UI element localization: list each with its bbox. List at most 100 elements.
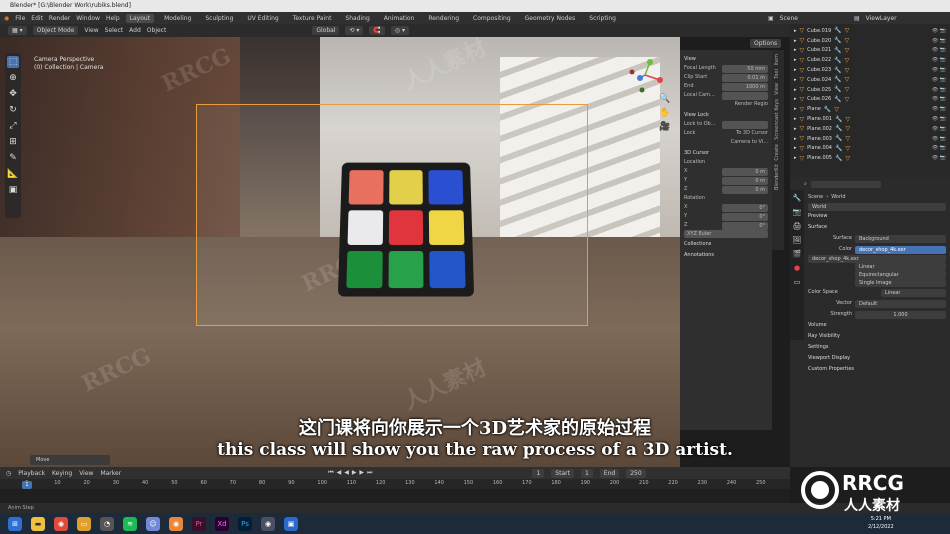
surface-section[interactable]: Surface bbox=[808, 222, 946, 233]
expand-arrow-icon[interactable]: ▸ bbox=[794, 96, 797, 102]
outliner-row[interactable]: ▸ ▽ Cube.020 🔧 ▽ 👁 📷 bbox=[794, 36, 946, 46]
preview-section[interactable]: Preview bbox=[808, 211, 946, 222]
visibility-icon[interactable]: 👁 📷 bbox=[932, 47, 946, 53]
scene-tab-icon[interactable]: 🎬 bbox=[793, 250, 802, 258]
world-tab-icon[interactable]: ● bbox=[794, 264, 800, 272]
outliner-row[interactable]: ▸ ▽ Cube.021 🔧 ▽ 👁 📷 bbox=[794, 46, 946, 56]
tab-create[interactable]: Create bbox=[774, 144, 780, 161]
windows-start-icon[interactable]: ⊞ bbox=[8, 516, 22, 531]
photoshop-icon[interactable]: Ps bbox=[238, 516, 252, 531]
outliner-row[interactable]: ▸ ▽ Cube.025 🔧 ▽ 👁 📷 bbox=[794, 85, 946, 95]
menu-help[interactable]: Help bbox=[106, 15, 120, 22]
expand-arrow-icon[interactable]: ▸ bbox=[794, 136, 797, 142]
visibility-icon[interactable]: 👁 📷 bbox=[932, 28, 946, 34]
file-explorer-icon[interactable]: ▬ bbox=[31, 516, 45, 531]
vector-field[interactable]: Default bbox=[855, 299, 946, 308]
transform-orientation-dropdown[interactable]: Global bbox=[312, 26, 340, 35]
visibility-icon[interactable]: 👁 📷 bbox=[932, 38, 946, 44]
tab-sculpting[interactable]: Sculpting bbox=[201, 14, 237, 23]
tab-shading[interactable]: Shading bbox=[341, 14, 373, 23]
visibility-icon[interactable]: 👁 📷 bbox=[932, 116, 946, 122]
tab-tool[interactable]: Tool bbox=[774, 69, 780, 79]
projection-dropdown[interactable]: Equirectangular bbox=[855, 271, 946, 279]
local-camera-field[interactable] bbox=[722, 91, 768, 100]
visibility-icon[interactable]: 👁 📷 bbox=[932, 145, 946, 151]
menu-view[interactable]: View bbox=[84, 27, 98, 34]
render-tab-icon[interactable]: 📷 bbox=[793, 208, 802, 216]
expand-arrow-icon[interactable]: ▸ bbox=[794, 57, 797, 63]
timeline-ruler[interactable]: 0102030405060708090100110120130140150160… bbox=[0, 479, 790, 489]
menu-marker[interactable]: Marker bbox=[100, 470, 121, 477]
outliner-row[interactable]: ▸ ▽ Cube.022 🔧 ▽ 👁 📷 bbox=[794, 55, 946, 65]
tab-rendering[interactable]: Rendering bbox=[424, 14, 463, 23]
scale-icon[interactable]: ⤢ bbox=[7, 120, 19, 132]
snap-toggle[interactable]: 🧲 bbox=[369, 26, 385, 35]
rotate-icon[interactable]: ↻ bbox=[7, 104, 19, 116]
outliner-row[interactable]: ▸ ▽ Plane.005 🔧 ▽ 👁 📷 bbox=[794, 153, 946, 163]
xd-icon[interactable]: Xd bbox=[215, 516, 229, 531]
ray-visibility-section[interactable]: Ray Visibility bbox=[808, 331, 946, 342]
tab-geometry-nodes[interactable]: Geometry Nodes bbox=[521, 14, 580, 23]
view-lock-section-header[interactable]: View Lock bbox=[684, 111, 768, 120]
folder-icon[interactable]: ▭ bbox=[77, 516, 91, 531]
expand-arrow-icon[interactable]: ▸ bbox=[794, 116, 797, 122]
outliner-row[interactable]: ▸ ▽ Plane 🔧 ▽ 👁 📷 bbox=[794, 104, 946, 114]
proportional-edit-toggle[interactable]: ◎ ▾ bbox=[390, 26, 410, 35]
camera-to-view-checkbox[interactable]: Camera to Vi... bbox=[731, 138, 768, 147]
menu-timeline-view[interactable]: View bbox=[79, 470, 93, 477]
menu-playback[interactable]: Playback bbox=[18, 470, 45, 477]
volume-section[interactable]: Volume bbox=[808, 320, 946, 331]
surface-shader-field[interactable]: Background bbox=[855, 234, 946, 243]
pivot-dropdown[interactable]: ⟲ ▾ bbox=[345, 26, 364, 35]
tab-blenderkit[interactable]: BlenderKit bbox=[774, 164, 780, 190]
zoom-icon[interactable]: 🔍 bbox=[659, 94, 670, 104]
visibility-icon[interactable]: 👁 📷 bbox=[932, 57, 946, 63]
viewport-display-section[interactable]: Viewport Display bbox=[808, 353, 946, 364]
end-frame-field[interactable]: 250 bbox=[626, 468, 646, 478]
menu-file[interactable]: File bbox=[15, 15, 25, 22]
expand-arrow-icon[interactable]: ▸ bbox=[794, 77, 797, 83]
blender-active-icon[interactable]: ◉ bbox=[261, 516, 275, 531]
navigation-gizmo[interactable] bbox=[620, 50, 670, 100]
properties-search-input[interactable] bbox=[810, 180, 881, 188]
discord-icon[interactable]: ☺ bbox=[146, 516, 160, 531]
outliner-row[interactable]: ▸ ▽ Plane.002 🔧 ▽ 👁 📷 bbox=[794, 124, 946, 134]
color-input-field[interactable]: decor_shop_4k.exr bbox=[855, 245, 946, 254]
rot-y-field[interactable]: 0° bbox=[722, 212, 768, 221]
visibility-icon[interactable]: 👁 📷 bbox=[932, 126, 946, 132]
loc-z-field[interactable]: 0 m bbox=[722, 185, 768, 194]
editor-type-dropdown[interactable]: ▦ ▾ bbox=[8, 26, 27, 35]
tab-scripting[interactable]: Scripting bbox=[585, 14, 620, 23]
tab-texture-paint[interactable]: Texture Paint bbox=[289, 14, 336, 23]
scene-name[interactable]: Scene bbox=[780, 15, 798, 22]
outliner-row[interactable]: ▸ ▽ Cube.019 🔧 ▽ 👁 📷 bbox=[794, 26, 946, 36]
expand-arrow-icon[interactable]: ▸ bbox=[794, 126, 797, 132]
annotations-section-header[interactable]: Annotations bbox=[684, 251, 768, 260]
rot-z-field[interactable]: 0° bbox=[722, 221, 768, 230]
tab-item[interactable]: Item bbox=[774, 54, 780, 65]
visibility-icon[interactable]: 👁 📷 bbox=[932, 77, 946, 83]
measure-icon[interactable]: 📐 bbox=[7, 168, 19, 180]
annotate-icon[interactable]: ✎ bbox=[7, 152, 19, 164]
menu-object[interactable]: Object bbox=[147, 27, 167, 34]
color-space-dropdown[interactable]: Linear bbox=[880, 288, 946, 297]
collection-tab-icon[interactable]: ▭ bbox=[794, 278, 801, 286]
menu-keying[interactable]: Keying bbox=[52, 470, 72, 477]
3d-cursor-section-header[interactable]: 3D Cursor bbox=[684, 149, 768, 158]
expand-arrow-icon[interactable]: ▸ bbox=[794, 47, 797, 53]
source-dropdown[interactable]: Single Image bbox=[855, 279, 946, 287]
visibility-icon[interactable]: 👁 📷 bbox=[932, 136, 946, 142]
outliner-row[interactable]: ▸ ▽ Plane.001 🔧 ▽ 👁 📷 bbox=[794, 114, 946, 124]
visibility-icon[interactable]: 👁 📷 bbox=[932, 96, 946, 102]
pan-hand-icon[interactable]: ✋ bbox=[659, 108, 670, 118]
expand-arrow-icon[interactable]: ▸ bbox=[794, 145, 797, 151]
chrome-icon[interactable]: ◉ bbox=[54, 516, 68, 531]
view-section-header[interactable]: View bbox=[684, 55, 768, 64]
settings-section[interactable]: Settings bbox=[808, 342, 946, 353]
outliner-row[interactable]: ▸ ▽ Cube.026 🔧 ▽ 👁 📷 bbox=[794, 95, 946, 105]
premiere-icon[interactable]: Pr bbox=[192, 516, 206, 531]
expand-arrow-icon[interactable]: ▸ bbox=[794, 106, 797, 112]
output-tab-icon[interactable]: 🖨 bbox=[793, 222, 802, 230]
to-3d-cursor-checkbox[interactable]: To 3D Cursor bbox=[736, 129, 768, 138]
visibility-icon[interactable]: 👁 📷 bbox=[932, 87, 946, 93]
